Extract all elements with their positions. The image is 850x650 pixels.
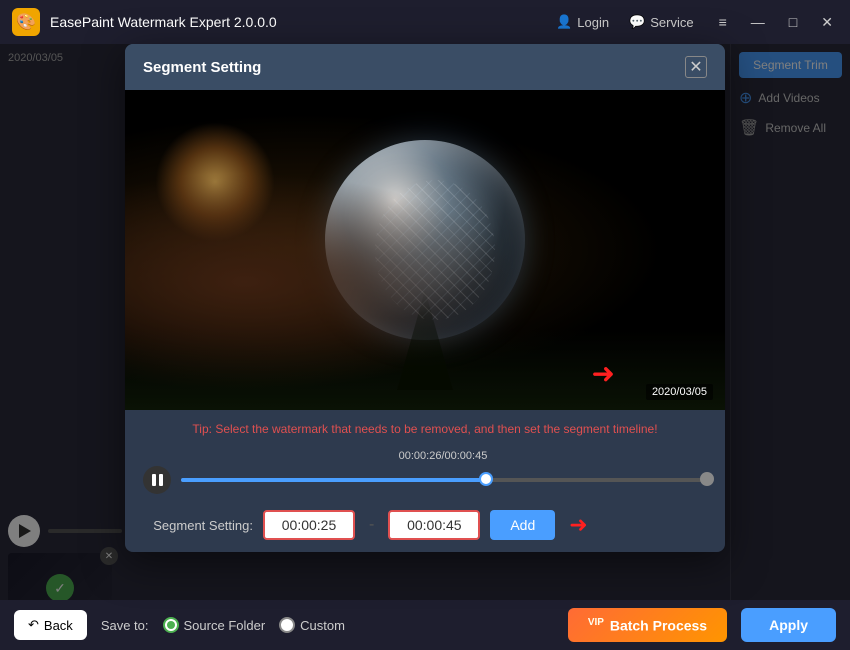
- custom-option[interactable]: Custom: [279, 617, 345, 633]
- source-folder-option[interactable]: Source Folder: [163, 617, 266, 633]
- segment-end-box[interactable]: [388, 510, 480, 540]
- title-bar: 🎨 EasePaint Watermark Expert 2.0.0.0 👤 L…: [0, 0, 850, 44]
- back-button[interactable]: ↶ Back: [14, 610, 87, 640]
- timeline-background: [181, 478, 707, 482]
- custom-label: Custom: [300, 618, 345, 633]
- segment-start-box[interactable]: [263, 510, 355, 540]
- title-controls: ≡ — □ ✕: [714, 12, 838, 33]
- red-arrow-video-icon: ➜: [592, 357, 615, 390]
- timeline-handle[interactable]: [479, 472, 493, 486]
- title-bar-left: 🎨 EasePaint Watermark Expert 2.0.0.0: [12, 8, 277, 36]
- timeline-track[interactable]: [181, 477, 707, 483]
- segment-setting-label: Segment Setting:: [143, 518, 253, 533]
- radio-checked-inner: [167, 621, 175, 629]
- pause-icon: [152, 474, 163, 486]
- dialog-overlay: Segment Setting ✕: [0, 44, 850, 600]
- video-background: [125, 90, 725, 410]
- time-row: 00:00:26/00:00:45: [143, 446, 707, 464]
- source-folder-label: Source Folder: [184, 618, 266, 633]
- close-button[interactable]: ✕: [816, 12, 838, 33]
- custom-radio[interactable]: [279, 617, 295, 633]
- add-segment-button[interactable]: Add: [490, 510, 555, 540]
- title-bar-right: 👤 Login 💬 Service ≡ — □ ✕: [556, 12, 838, 33]
- pause-button[interactable]: [143, 466, 171, 494]
- user-icon: 👤: [556, 14, 572, 30]
- segment-setting-row: Segment Setting: - Add ➜: [143, 500, 707, 540]
- segment-dash: -: [369, 516, 374, 534]
- login-nav-item[interactable]: 👤 Login: [556, 14, 609, 30]
- login-label: Login: [577, 15, 609, 30]
- service-label: Service: [650, 15, 693, 30]
- back-icon: ↶: [28, 617, 39, 633]
- segment-start-input[interactable]: [269, 512, 349, 538]
- timeline-wrapper: 00:00:26/00:00:45: [143, 446, 707, 500]
- bottom-bar: ↶ Back Save to: Source Folder Custom VIP…: [0, 600, 850, 650]
- hamburger-icon[interactable]: ≡: [714, 12, 732, 33]
- app-title: EasePaint Watermark Expert 2.0.0.0: [50, 14, 277, 30]
- maximize-button[interactable]: □: [784, 12, 802, 33]
- timeline-progress: [181, 478, 486, 482]
- save-to-label: Save to:: [101, 618, 149, 633]
- minimize-button[interactable]: —: [746, 12, 770, 33]
- tip-text: Tip: Select the watermark that needs to …: [143, 422, 707, 436]
- back-label: Back: [44, 618, 73, 633]
- video-timestamp: 2020/03/05: [646, 384, 713, 400]
- batch-process-label: Batch Process: [610, 617, 707, 633]
- pause-bar-left: [152, 474, 156, 486]
- app-logo: 🎨: [12, 8, 40, 36]
- service-nav-item[interactable]: 💬 Service: [629, 14, 694, 30]
- video-preview: ➜ 2020/03/05: [125, 90, 725, 410]
- dialog-header: Segment Setting ✕: [125, 44, 725, 90]
- apply-button[interactable]: Apply: [741, 608, 836, 642]
- source-folder-radio[interactable]: [163, 617, 179, 633]
- title-bar-nav: 👤 Login 💬 Service: [556, 14, 694, 30]
- dialog-title: Segment Setting: [143, 59, 261, 76]
- dialog-body: ➜ 2020/03/05 Tip: Select the watermark t…: [125, 90, 725, 552]
- segment-setting-dialog: Segment Setting ✕: [125, 44, 725, 552]
- time-display: 00:00:26/00:00:45: [399, 450, 488, 462]
- timeline-controls: [143, 466, 707, 494]
- batch-process-button[interactable]: VIP Batch Process: [568, 608, 727, 643]
- timeline-section: Tip: Select the watermark that needs to …: [125, 410, 725, 552]
- segment-end-input[interactable]: [394, 512, 474, 538]
- pause-bar-right: [159, 474, 163, 486]
- red-arrow-right-icon: ➜: [569, 512, 587, 538]
- dialog-close-button[interactable]: ✕: [685, 56, 707, 78]
- service-icon: 💬: [629, 14, 645, 30]
- timeline-end-handle[interactable]: [700, 472, 714, 486]
